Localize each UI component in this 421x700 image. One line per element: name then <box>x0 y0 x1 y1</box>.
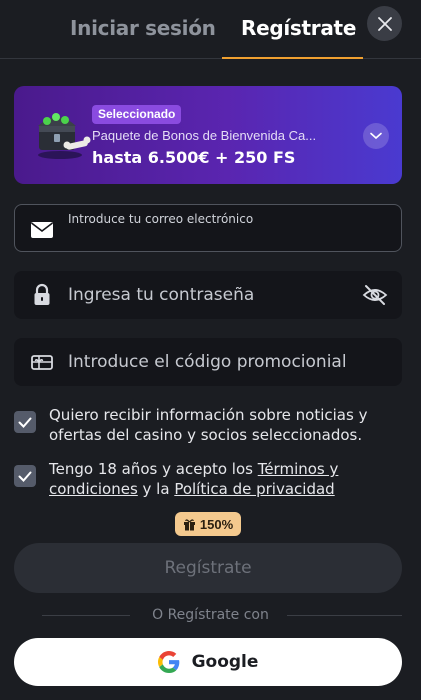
terms-prefix: Tengo 18 años y acepto los <box>49 460 258 478</box>
boost-badge-text: 150% <box>199 516 234 532</box>
privacy-link[interactable]: Política de privacidad <box>174 480 334 498</box>
checkmark-icon <box>18 471 32 482</box>
email-label: Introduce tu correo electrónico <box>68 212 254 226</box>
chevron-down-icon <box>370 132 382 140</box>
bonus-selector[interactable]: Seleccionado Paquete de Bonos de Bienven… <box>14 86 402 184</box>
bonus-title: Paquete de Bonos de Bienvenida Ca... <box>92 128 317 143</box>
bonus-selected-badge: Seleccionado <box>92 105 182 124</box>
envelope-icon <box>31 222 53 238</box>
email-field[interactable]: Introduce tu correo electrónico <box>14 204 402 252</box>
terms-consent-text: Tengo 18 años y acepto los Términos y co… <box>49 459 399 499</box>
treasure-chest-icon <box>38 113 91 159</box>
password-placeholder: Ingresa tu contraseña <box>68 285 255 305</box>
tab-register[interactable]: Regístrate <box>241 16 356 40</box>
boost-badge: 150% <box>175 512 241 536</box>
checkmark-icon <box>18 417 32 428</box>
email-input[interactable] <box>68 229 388 247</box>
gift-icon <box>183 518 195 530</box>
close-button[interactable] <box>367 6 402 41</box>
tab-login[interactable]: Iniciar sesión <box>70 16 216 40</box>
eye-slash-icon[interactable] <box>362 283 388 307</box>
auth-tabs: Iniciar sesión Regístrate <box>0 0 421 59</box>
bonus-amount: hasta 6.500€ + 250 FS <box>92 148 296 167</box>
google-icon <box>157 651 179 673</box>
promo-code-field[interactable]: Introduce el código promocionial <box>14 338 402 386</box>
ticket-icon <box>31 355 53 370</box>
terms-consent-checkbox[interactable] <box>14 465 36 487</box>
divider-line-right <box>287 615 402 616</box>
news-consent-text: Quiero recibir información sobre noticia… <box>49 406 368 444</box>
terms-middle: y la <box>137 480 175 498</box>
active-tab-indicator <box>222 57 363 59</box>
register-button[interactable]: Regístrate <box>14 543 402 593</box>
bonus-expand-button[interactable] <box>363 123 389 149</box>
promo-code-placeholder: Introduce el código promocionial <box>68 352 347 372</box>
google-signin-button[interactable]: Google <box>14 638 402 686</box>
lock-icon <box>34 283 50 305</box>
close-icon <box>377 16 392 31</box>
password-field[interactable]: Ingresa tu contraseña <box>14 271 402 319</box>
google-button-label: Google <box>191 652 259 672</box>
news-consent-checkbox[interactable] <box>14 411 36 433</box>
